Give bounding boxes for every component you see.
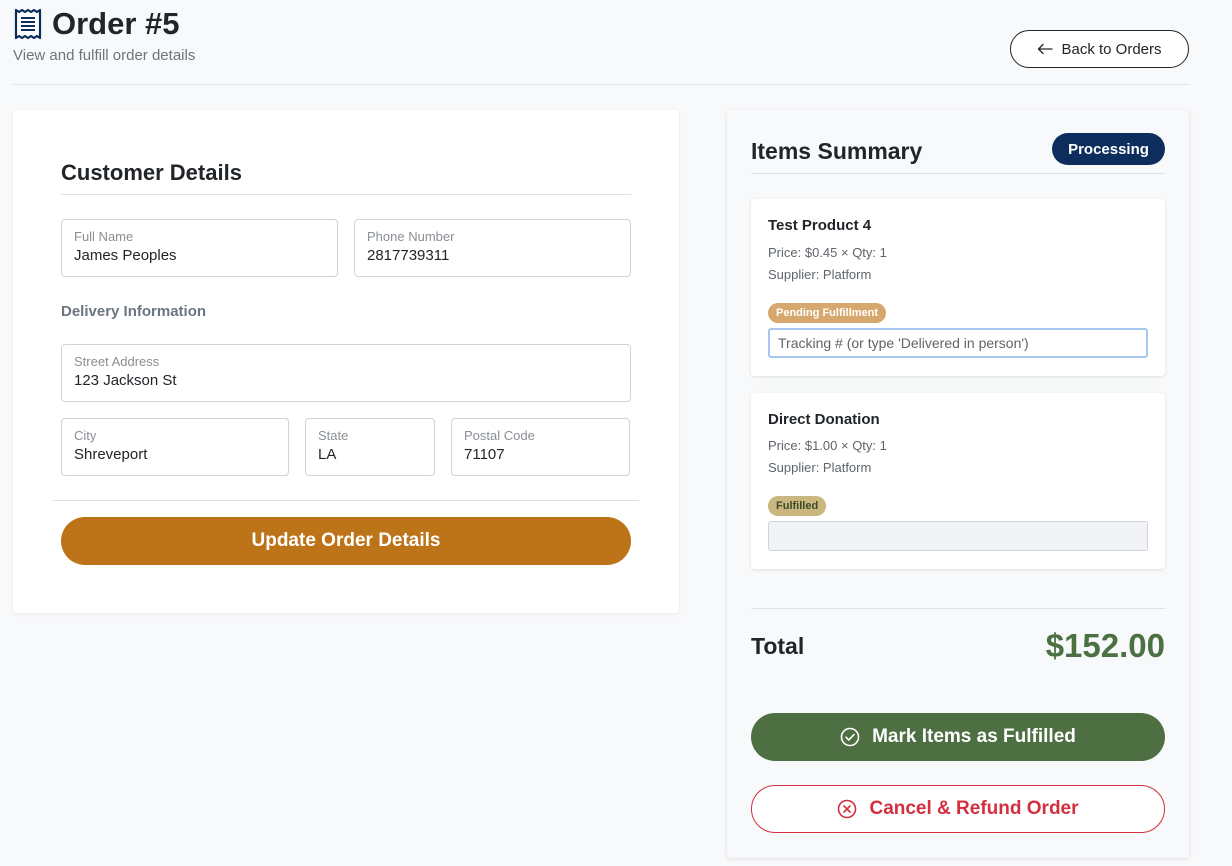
full-name-value: James Peoples: [74, 247, 177, 264]
mark-items-fulfilled-button[interactable]: Mark Items as Fulfilled: [751, 713, 1165, 761]
item-supplier: Supplier: Platform: [768, 460, 872, 475]
street-address-field[interactable]: Street Address 123 Jackson St: [61, 344, 631, 402]
state-label: State: [318, 428, 349, 443]
city-value: Shreveport: [74, 446, 148, 463]
order-item: Direct Donation Price: $1.00 × Qty: 1 Su…: [751, 393, 1165, 569]
back-to-orders-button[interactable]: Back to Orders: [1010, 30, 1189, 68]
divider: [751, 608, 1165, 609]
check-circle-icon: [840, 727, 860, 747]
arrow-left-icon: [1038, 43, 1054, 55]
postal-code-field[interactable]: Postal Code 71107: [451, 418, 630, 476]
items-summary-title: Items Summary: [751, 138, 923, 164]
phone-number-value: 2817739311: [367, 247, 450, 264]
tracking-number-input[interactable]: [768, 328, 1148, 358]
mark-items-fulfilled-label: Mark Items as Fulfilled: [872, 726, 1076, 747]
item-name: Test Product 4: [768, 217, 872, 234]
cancel-refund-order-label: Cancel & Refund Order: [869, 798, 1079, 819]
page-title: Order #5: [52, 6, 180, 41]
cancel-refund-order-button[interactable]: Cancel & Refund Order: [751, 785, 1165, 833]
city-field[interactable]: City Shreveport: [61, 418, 289, 476]
item-supplier: Supplier: Platform: [768, 267, 872, 282]
phone-number-field[interactable]: Phone Number 2817739311: [354, 219, 631, 277]
receipt-icon: [14, 8, 42, 40]
full-name-label: Full Name: [74, 229, 134, 244]
items-summary-card: Items Summary Processing Test Product 4 …: [727, 110, 1189, 858]
fulfillment-status-badge: Pending Fulfillment: [768, 303, 887, 323]
order-status-badge: Processing: [1052, 133, 1165, 165]
customer-details-title: Customer Details: [61, 160, 242, 185]
city-label: City: [74, 428, 97, 443]
state-value: LA: [318, 446, 337, 463]
delivery-information-heading: Delivery Information: [61, 303, 207, 320]
customer-details-card: Customer Details Full Name James Peoples…: [13, 110, 679, 613]
divider: [61, 194, 631, 195]
phone-number-label: Phone Number: [367, 229, 455, 244]
item-price-qty: Price: $1.00 × Qty: 1: [768, 438, 887, 453]
full-name-field[interactable]: Full Name James Peoples: [61, 219, 338, 277]
item-name: Direct Donation: [768, 411, 880, 428]
back-to-orders-label: Back to Orders: [1061, 40, 1162, 58]
divider: [53, 500, 639, 501]
fulfillment-status-badge: Fulfilled: [768, 496, 827, 516]
street-address-value: 123 Jackson St: [74, 372, 177, 389]
street-address-label: Street Address: [74, 354, 160, 369]
postal-code-value: 71107: [464, 446, 505, 463]
total-label: Total: [751, 633, 805, 659]
x-circle-icon: [838, 799, 857, 819]
title-row: Order #5: [13, 6, 180, 42]
item-price-qty: Price: $0.45 × Qty: 1: [768, 245, 887, 260]
page-subtitle: View and fulfill order details: [13, 47, 196, 64]
state-field[interactable]: State LA: [305, 418, 435, 476]
postal-code-label: Postal Code: [464, 428, 535, 443]
update-order-details-button[interactable]: Update Order Details: [61, 517, 631, 565]
page-header: Order #5 View and fulfill order details …: [13, 0, 1189, 85]
order-item: Test Product 4 Price: $0.45 × Qty: 1 Sup…: [751, 199, 1165, 376]
divider: [751, 173, 1165, 174]
tracking-number-input: [768, 521, 1148, 551]
total-value: $152.00: [1045, 627, 1165, 664]
